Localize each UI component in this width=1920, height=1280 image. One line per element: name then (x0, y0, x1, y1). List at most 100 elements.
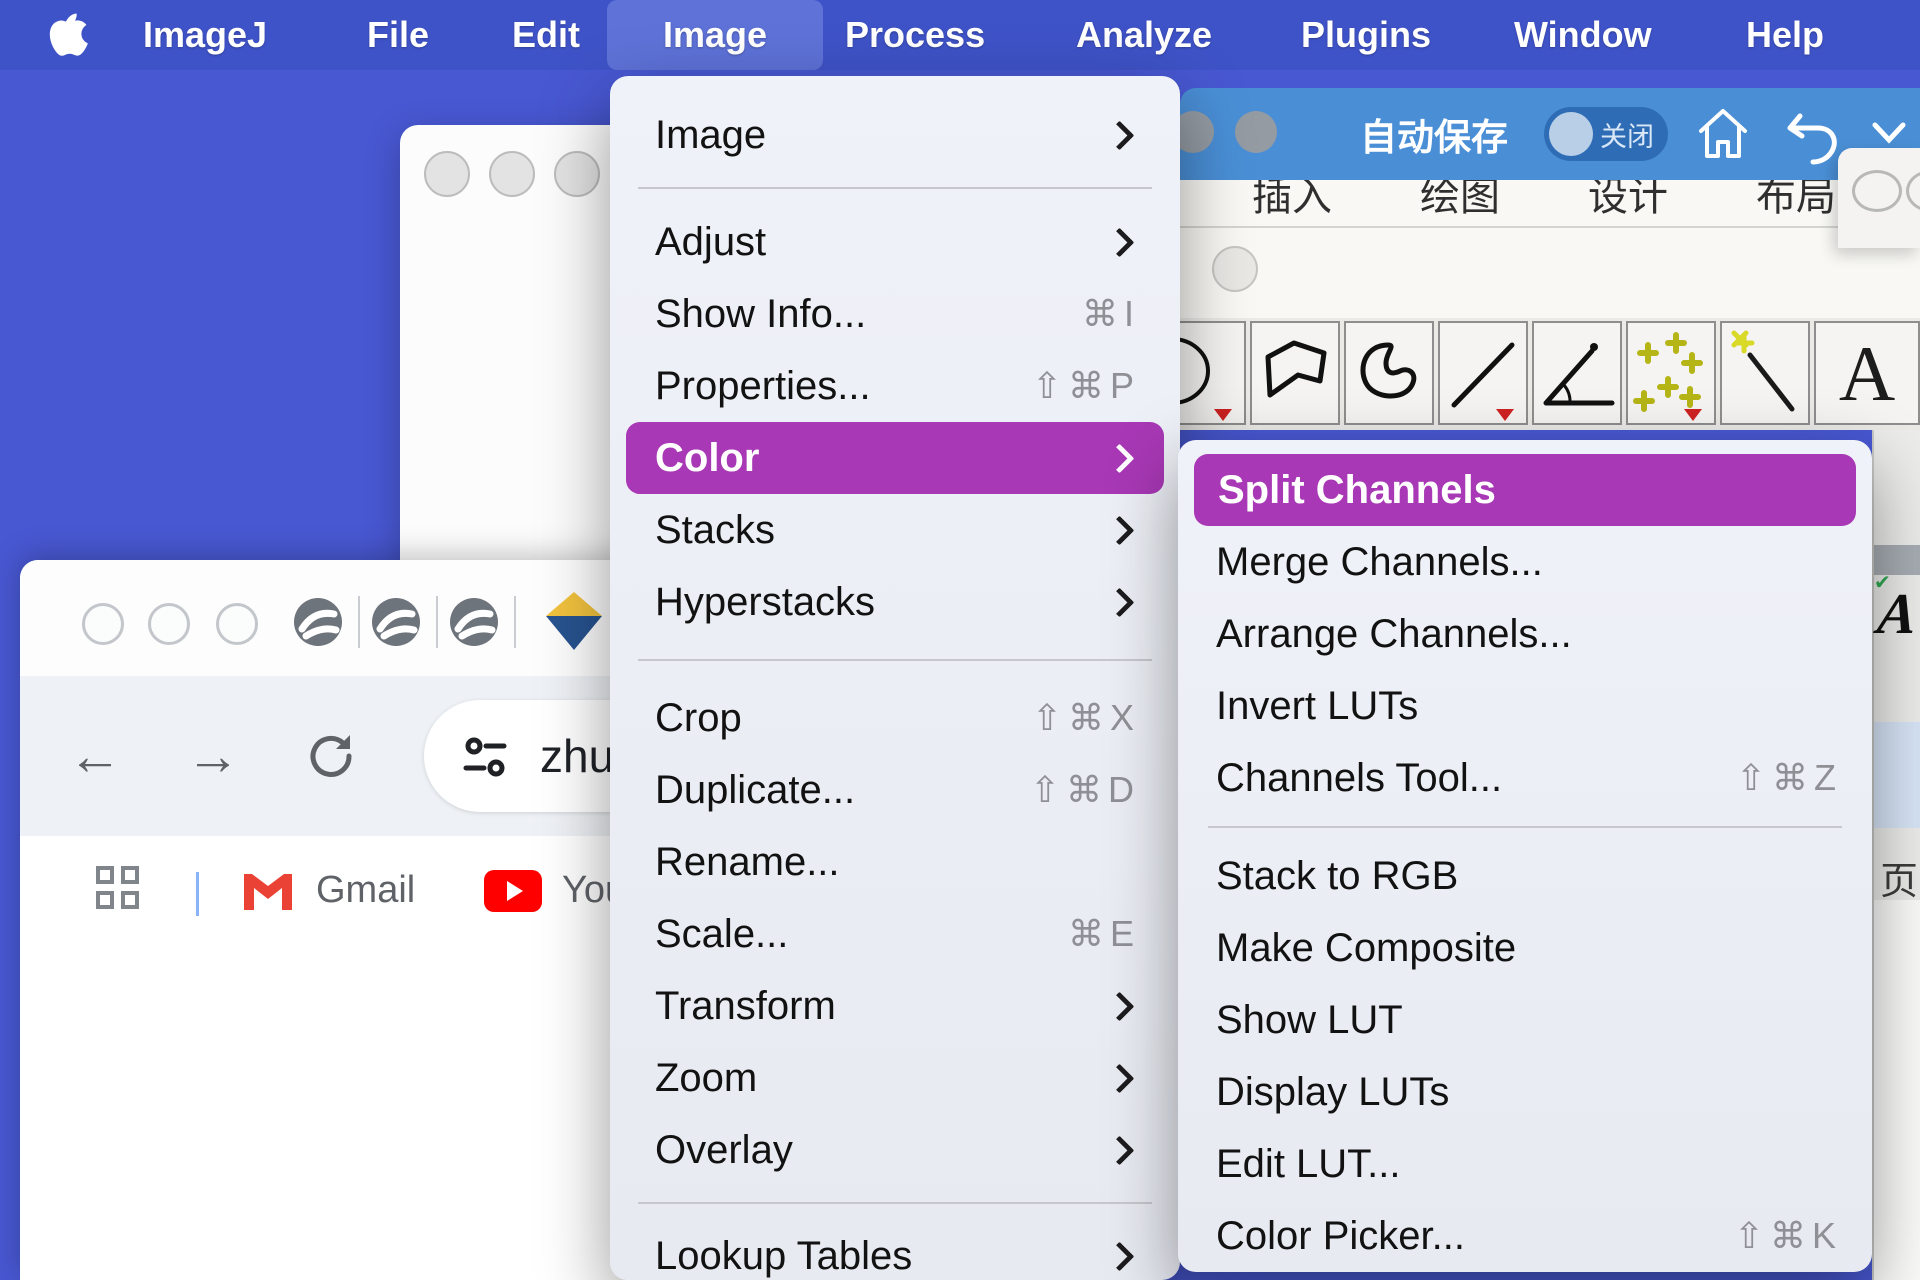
menu-item-zoom[interactable]: Zoom (610, 1042, 1180, 1114)
tab-separator (436, 596, 438, 648)
menubar-item-process[interactable]: Process (845, 0, 985, 70)
menu-item-hyperstacks[interactable]: Hyperstacks (610, 566, 1180, 638)
submenu-item-color-picker[interactable]: Color Picker... ⇧⌘K (1178, 1200, 1872, 1272)
ribbon-divider (1180, 226, 1920, 228)
home-icon[interactable] (1696, 104, 1750, 164)
menu-item-properties[interactable]: Properties... ⇧⌘P (610, 350, 1180, 422)
autosave-state: 关闭 (1600, 107, 1654, 161)
docs-window-edge: ✔ A 页 (1872, 430, 1920, 1280)
submenu-item-channels-tool[interactable]: Channels Tool... ⇧⌘Z (1178, 742, 1872, 814)
page-label: 页 (1880, 850, 1918, 905)
window-control-icon[interactable] (82, 603, 124, 645)
chevron-down-icon[interactable] (1872, 122, 1906, 146)
gmail-icon[interactable] (242, 868, 294, 912)
submenu-item-stack-to-rgb[interactable]: Stack to RGB (1178, 840, 1872, 912)
tool-options-arrow-icon (1496, 409, 1514, 421)
window-control-icon[interactable] (148, 603, 190, 645)
menubar-item-plugins[interactable]: Plugins (1301, 0, 1431, 70)
tune-icon[interactable] (462, 734, 508, 780)
submenu-item-make-composite[interactable]: Make Composite (1178, 912, 1872, 984)
globe-favicon-icon[interactable] (292, 596, 344, 648)
menu-item-duplicate[interactable]: Duplicate... ⇧⌘D (610, 754, 1180, 826)
window-control-icon[interactable] (1235, 111, 1277, 153)
ribbon-tab[interactable]: 布局 (1756, 180, 1836, 222)
submenu-item-show-lut[interactable]: Show LUT (1178, 984, 1872, 1056)
menu-item-crop[interactable]: Crop ⇧⌘X (610, 682, 1180, 754)
submenu-item-arrange-channels[interactable]: Arrange Channels... (1178, 598, 1872, 670)
autosave-toggle[interactable]: 关闭 (1544, 107, 1668, 161)
menu-item-show-info[interactable]: Show Info... ⌘I (610, 278, 1180, 350)
menu-item-stacks[interactable]: Stacks (610, 494, 1180, 566)
tool-options-arrow-icon (1684, 409, 1702, 421)
submenu-item-display-luts[interactable]: Display LUTs (1178, 1056, 1872, 1128)
menu-item-transform[interactable]: Transform (610, 970, 1180, 1042)
submenu-chevron-icon (1105, 443, 1135, 473)
menu-item-image[interactable]: Image (610, 99, 1180, 171)
apps-grid-icon[interactable] (96, 866, 144, 914)
bookmark-gmail[interactable]: Gmail (316, 836, 415, 944)
submenu-chevron-icon (1105, 1135, 1135, 1165)
menubar-item-file[interactable]: File (367, 0, 429, 70)
imagej-toolbar: A (1148, 318, 1920, 430)
freehand-tool-icon[interactable] (1344, 321, 1434, 425)
submenu-item-merge-channels[interactable]: Merge Channels... (1178, 526, 1872, 598)
menubar-item-edit[interactable]: Edit (512, 0, 580, 70)
submenu-chevron-icon (1105, 1063, 1135, 1093)
apple-icon[interactable] (44, 12, 90, 58)
tool-options-arrow-icon (1214, 409, 1232, 421)
ribbon-tab[interactable]: 设计 (1588, 180, 1668, 222)
menu-item-overlay[interactable]: Overlay (610, 1114, 1180, 1186)
toggle-knob-icon (1549, 112, 1593, 156)
menu-bar: ImageJ File Edit Image Process Analyze P… (0, 0, 1920, 70)
screen: 自动保存 关闭 插入 绘图 设计 布局 (0, 0, 1920, 1280)
submenu-item-invert-luts[interactable]: Invert LUTs (1178, 670, 1872, 742)
window-control-icon[interactable] (554, 151, 600, 197)
submenu-chevron-icon (1105, 587, 1135, 617)
youtube-icon[interactable] (484, 870, 542, 912)
menu-item-adjust[interactable]: Adjust (610, 206, 1180, 278)
menu-item-rename[interactable]: Rename... (610, 826, 1180, 898)
line-tool-icon[interactable] (1438, 321, 1528, 425)
menu-separator (1208, 826, 1842, 828)
submenu-chevron-icon (1105, 227, 1135, 257)
tab-separator (358, 596, 360, 648)
ribbon-tab[interactable]: 插入 (1252, 180, 1332, 222)
undo-icon[interactable] (1786, 104, 1842, 166)
back-button[interactable]: ← (68, 676, 122, 836)
globe-favicon-icon[interactable] (370, 596, 422, 648)
image-menu: Image Adjust Show Info... ⌘I Properties.… (610, 76, 1180, 1280)
menubar-item-window[interactable]: Window (1514, 0, 1652, 70)
tab-separator (514, 596, 516, 648)
menu-item-lookup-tables[interactable]: Lookup Tables (610, 1220, 1180, 1280)
menubar-item-image[interactable]: Image (607, 0, 823, 70)
text-tool-icon[interactable]: A (1814, 321, 1920, 425)
submenu-chevron-icon (1105, 1241, 1135, 1271)
submenu-chevron-icon (1105, 120, 1135, 150)
submenu-chevron-icon (1105, 515, 1135, 545)
menubar-item-imagej[interactable]: ImageJ (143, 0, 267, 70)
window-control-icon[interactable] (424, 151, 470, 197)
wand-tool-icon[interactable] (1720, 321, 1810, 425)
docs-ribbon: 插入 绘图 设计 布局 (1180, 180, 1920, 318)
submenu-item-split-channels[interactable]: Split Channels (1194, 454, 1856, 526)
forward-button[interactable]: → (186, 676, 240, 836)
window-control-icon[interactable] (216, 603, 258, 645)
menubar-item-help[interactable]: Help (1746, 0, 1824, 70)
angle-tool-icon[interactable] (1532, 321, 1622, 425)
mini-window-circle-icon (1852, 170, 1902, 212)
globe-favicon-icon[interactable] (448, 596, 500, 648)
point-tool-icon[interactable] (1626, 321, 1716, 425)
wordart-a-icon[interactable]: A (1874, 580, 1920, 647)
window-control-icon[interactable] (489, 151, 535, 197)
mini-window-circle-icon (1906, 170, 1920, 212)
menubar-item-analyze[interactable]: Analyze (1076, 0, 1212, 70)
ribbon-tab[interactable]: 绘图 (1420, 180, 1500, 222)
address-text[interactable]: zhu (540, 700, 614, 812)
floating-panel-circle-icon (1212, 246, 1258, 292)
menu-item-color[interactable]: Color (626, 422, 1164, 494)
submenu-item-edit-lut[interactable]: Edit LUT... (1178, 1128, 1872, 1200)
reload-button[interactable] (306, 730, 358, 782)
polygon-tool-icon[interactable] (1250, 321, 1340, 425)
floating-mini-window (1838, 148, 1920, 248)
menu-item-scale[interactable]: Scale... ⌘E (610, 898, 1180, 970)
